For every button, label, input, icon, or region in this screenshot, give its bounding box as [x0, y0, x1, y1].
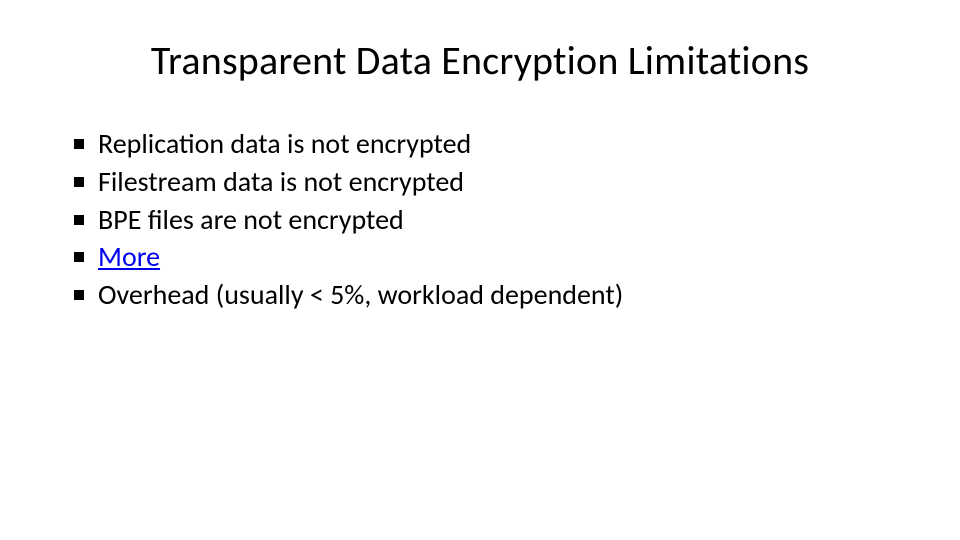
list-item: More: [70, 238, 900, 276]
more-link[interactable]: More: [98, 239, 160, 274]
list-item: BPE files are not encrypted: [70, 201, 900, 239]
slide: Transparent Data Encryption Limitations …: [0, 0, 960, 540]
item-text: Replication data is not encrypted: [98, 126, 471, 161]
list-item: Overhead (usually < 5%, workload depende…: [70, 276, 900, 314]
list-item: Replication data is not encrypted: [70, 125, 900, 163]
list-item: Filestream data is not encrypted: [70, 163, 900, 201]
item-text: BPE files are not encrypted: [98, 202, 404, 237]
item-text: Filestream data is not encrypted: [98, 164, 464, 199]
item-text: Overhead (usually < 5%, workload depende…: [98, 277, 623, 312]
slide-title: Transparent Data Encryption Limitations: [60, 36, 900, 85]
bullet-list: Replication data is not encrypted Filest…: [70, 125, 900, 314]
